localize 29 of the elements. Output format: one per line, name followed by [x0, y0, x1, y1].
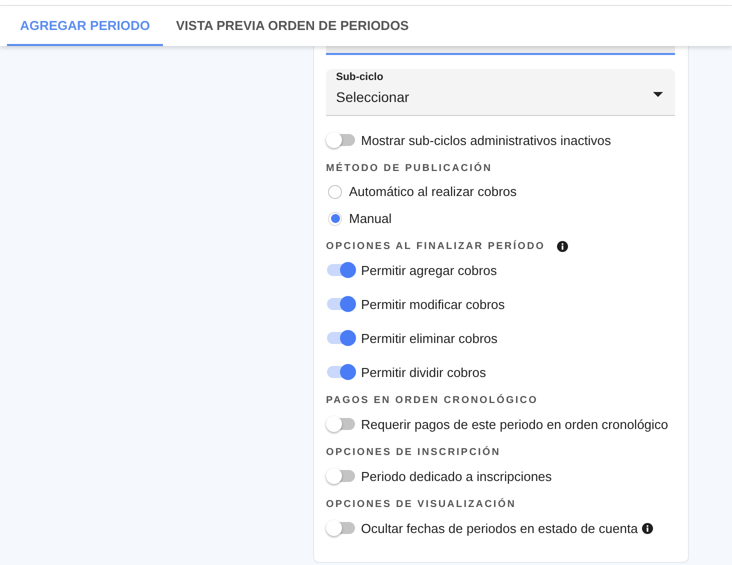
toggle-label: Periodo dedicado a inscripciones — [361, 468, 552, 484]
input-field[interactable] — [326, 46, 675, 55]
radio-button[interactable] — [328, 184, 342, 198]
tab[interactable]: VISTA PREVIA ORDEN DE PERIODOS — [163, 6, 422, 46]
toggle-switch[interactable] — [327, 366, 355, 378]
radio-label: Manual — [349, 211, 392, 226]
section-heading: MÉTODO DE PUBLICACIÓN — [326, 162, 492, 174]
select-field[interactable]: Sub-ciclo Seleccionar — [326, 69, 675, 116]
section-heading: OPCIONES DE INSCRIPCIÓN — [326, 446, 501, 458]
toggle-label: Permitir dividir cobros — [361, 364, 486, 380]
toggle-label: Mostrar sub-ciclos administrativos inactivos — [361, 132, 611, 148]
toggle-switch[interactable] — [327, 470, 355, 482]
radio-button[interactable] — [328, 212, 342, 226]
toggle-switch[interactable] — [327, 134, 355, 146]
section-heading: PAGOS EN ORDEN CRONOLÓGICO — [326, 394, 538, 406]
toggle-label: Requerir pagos de este periodo en orden cronológico — [361, 416, 668, 432]
toggle-switch[interactable] — [327, 522, 355, 534]
section-heading: OPCIONES AL FINALIZAR PERÍODO — [326, 240, 546, 252]
caret-icon — [653, 92, 663, 97]
toggle-switch[interactable] — [327, 418, 355, 430]
toggle-label: Permitir modificar cobros — [361, 296, 505, 312]
toggle-switch[interactable] — [327, 332, 355, 344]
toggle-label: Ocultar fechas de periodos en estado de cuenta — [361, 520, 638, 536]
toggle-label: Permitir eliminar cobros — [361, 330, 498, 346]
toggle-switch[interactable] — [327, 298, 355, 310]
radio-label: Automático al realizar cobros — [349, 184, 517, 199]
toggle-switch[interactable] — [327, 264, 355, 276]
toggle-label: Permitir agregar cobros — [361, 262, 497, 278]
section-heading: OPCIONES DE VISUALIZACIÓN — [326, 498, 516, 510]
